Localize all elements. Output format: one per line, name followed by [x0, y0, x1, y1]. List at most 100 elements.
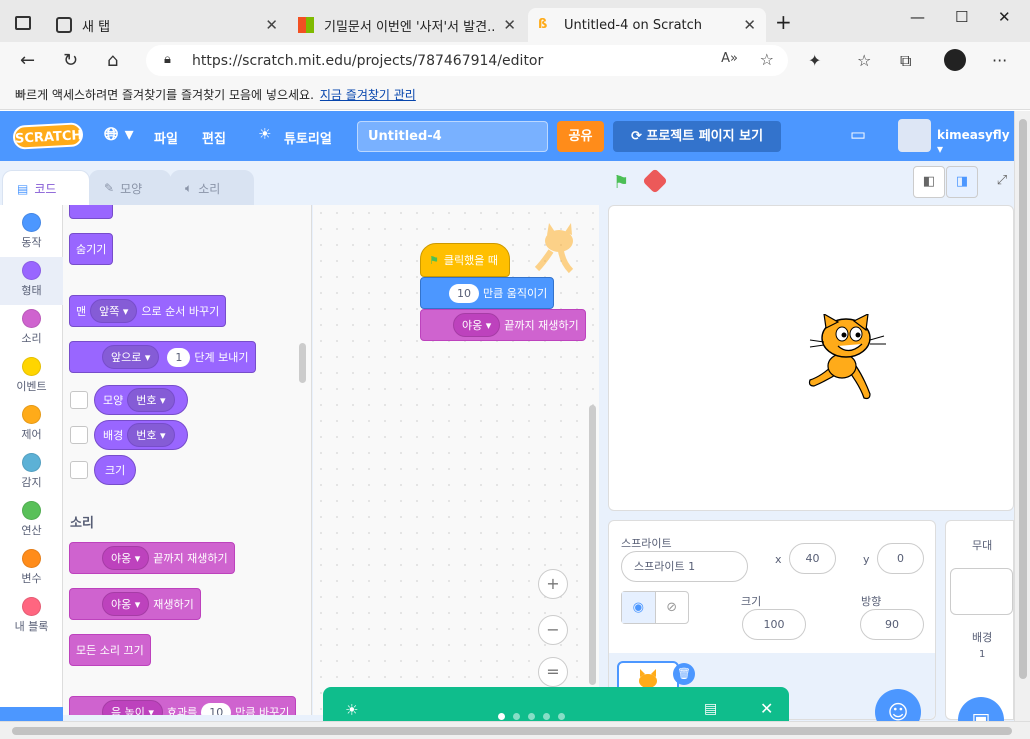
block-play-sound-until-done[interactable]: 야옹 ▾ 끝까지 재생하기 [69, 542, 235, 574]
front-dropdown[interactable]: 앞쪽 ▾ [90, 299, 138, 323]
scratch-logo[interactable]: SCRATCH [12, 122, 84, 150]
size-checkbox[interactable] [70, 461, 88, 479]
block-go-layers[interactable]: 앞으로 ▾ 1 단계 보내기 [69, 341, 256, 373]
language-globe-icon[interactable]: 🌐︎ ▾ [104, 124, 134, 145]
sprite-name-input[interactable]: 스프라이트 1 [621, 551, 748, 582]
block-change-effect[interactable]: 음 높이 ▾ 효과를 10 만큼 바꾸기 [69, 696, 297, 715]
block-start-sound[interactable]: 야옹 ▾ 재생하기 [69, 588, 201, 620]
script-scrollbar[interactable] [589, 405, 596, 685]
my-stuff-folder-icon[interactable]: ▭ [850, 125, 866, 145]
tab-sounds[interactable]: 🔈︎ 소리 [170, 170, 254, 206]
expand-tutorial-icon[interactable]: ▤ [704, 701, 717, 717]
effect-number-input[interactable]: 10 [201, 702, 232, 715]
minimize-icon[interactable]: — [910, 8, 925, 26]
move-steps-block[interactable]: 10 만큼 움직이기 [420, 277, 555, 309]
effect-dropdown[interactable]: 음 높이 ▾ [102, 700, 163, 715]
see-project-page-button[interactable]: ⟳ 프로젝트 페이지 보기 [613, 121, 781, 152]
maximize-icon[interactable]: ☐ [955, 8, 968, 26]
play-sound-until-done-block[interactable]: 야옹 ▾ 끝까지 재생하기 [420, 309, 586, 341]
x-input[interactable]: 40 [789, 543, 836, 574]
category-events[interactable]: 이벤트 [0, 353, 63, 401]
delete-sprite-icon[interactable]: 🗑︎ [673, 663, 695, 685]
close-icon[interactable]: ✕ [265, 16, 278, 34]
favorites-icon[interactable]: ☆ [857, 51, 871, 70]
tab-code[interactable]: ▤ 코드 [2, 170, 90, 206]
vertical-scrollbar[interactable] [1014, 111, 1030, 721]
tab-scratch[interactable]: ß Untitled-4 on Scratch ✕ [528, 8, 766, 42]
close-tutorial-icon[interactable]: ✕ [760, 699, 773, 718]
steps-input[interactable]: 10 [449, 283, 479, 303]
stage-target-panel[interactable]: 무대 배경 1 ▣ [945, 520, 1014, 739]
zoom-in-button[interactable]: + [538, 569, 568, 599]
close-icon[interactable]: ✕ [503, 16, 516, 34]
project-title-input[interactable]: Untitled-4 [357, 121, 548, 152]
back-icon[interactable]: ← [20, 50, 35, 71]
hide-eye-icon[interactable]: ⊘ [656, 592, 689, 623]
scratch-cat-sprite[interactable] [804, 314, 890, 406]
category-sensing[interactable]: 감지 [0, 449, 63, 497]
palette-scrollbar[interactable] [299, 343, 306, 383]
category-motion[interactable]: 동작 [0, 209, 63, 257]
sound-dropdown[interactable]: 야옹 ▾ [102, 592, 150, 616]
costume-dropdown[interactable]: 번호 ▾ [127, 388, 175, 412]
sound-dropdown[interactable]: 야옹 ▾ [453, 313, 501, 337]
url-input[interactable]: 🔒︎ https://scratch.mit.edu/projects/7874… [146, 45, 788, 76]
category-operators[interactable]: 연산 [0, 497, 63, 545]
category-variables[interactable]: 변수 [0, 545, 63, 593]
file-menu[interactable]: 파일 [154, 128, 178, 147]
close-icon[interactable]: ✕ [743, 16, 756, 34]
category-my-blocks[interactable]: 내 블록 [0, 593, 63, 641]
when-flag-clicked-block[interactable]: ⚑ 클릭했을 때 [420, 243, 510, 277]
small-stage-button[interactable]: ◧ [913, 166, 945, 198]
tutorials-menu[interactable]: 튜토리얼 [284, 128, 332, 147]
manage-favorites-link[interactable]: 지금 즐겨찾기 관리 [320, 86, 416, 103]
share-button[interactable]: 공유 [557, 121, 604, 152]
block-backdrop-number[interactable]: 배경 번호 ▾ [94, 420, 188, 450]
extensions-icon[interactable]: ✦ [808, 51, 821, 70]
category-control[interactable]: 제어 [0, 401, 63, 449]
backdrop-checkbox[interactable] [70, 426, 88, 444]
category-looks[interactable]: 형태 [0, 257, 63, 305]
sound-dropdown[interactable]: 야옹 ▾ [102, 546, 150, 570]
costume-checkbox[interactable] [70, 391, 88, 409]
block-size[interactable]: 크기 [94, 455, 137, 485]
profile-avatar[interactable] [944, 49, 966, 71]
username[interactable]: kimeasyfly ▾ [937, 128, 1014, 156]
tab-new-tab[interactable]: 새 탭 ✕ [46, 8, 288, 42]
edit-menu[interactable]: 편집 [202, 128, 226, 147]
tab-costumes[interactable]: ✎ 모양 [89, 170, 171, 206]
more-icon[interactable]: ··· [992, 51, 1007, 70]
tab-news[interactable]: 기밀문서 이번엔 '사저'서 발견...탄 ✕ [288, 8, 526, 42]
zoom-reset-button[interactable]: = [538, 657, 568, 687]
tab-actions-icon[interactable] [15, 16, 31, 30]
backdrop-thumbnail[interactable] [950, 568, 1013, 615]
read-aloud-icon[interactable]: A» [721, 51, 738, 66]
close-window-icon[interactable]: ✕ [998, 8, 1011, 26]
home-icon[interactable]: ⌂ [107, 50, 118, 71]
block-costume-number[interactable]: 모양 번호 ▾ [94, 385, 188, 415]
size-input[interactable]: 100 [742, 609, 806, 640]
script-area[interactable]: ⚑ 클릭했을 때 10 만큼 움직이기 야옹 ▾ 끝까지 재생하기 + − = [313, 205, 599, 715]
layer-dropdown[interactable]: 앞으로 ▾ [102, 345, 160, 369]
user-avatar[interactable] [898, 119, 931, 152]
block-go-to-front[interactable]: 맨 앞쪽 ▾ 으로 순서 바꾸기 [69, 295, 227, 327]
stage-canvas[interactable] [608, 205, 1014, 511]
collections-icon[interactable]: ⧉ [900, 51, 911, 71]
stop-button[interactable] [642, 168, 668, 194]
y-input[interactable]: 0 [877, 543, 924, 574]
direction-input[interactable]: 90 [860, 609, 924, 640]
add-favorite-icon[interactable]: ☆ [760, 50, 774, 69]
horizontal-scrollbar[interactable] [0, 721, 1030, 739]
green-flag-button[interactable]: ⚑ [613, 172, 629, 193]
block-hide[interactable]: 숨기기 [69, 233, 114, 265]
block-partial[interactable] [69, 205, 113, 219]
layer-number-input[interactable]: 1 [167, 347, 191, 367]
category-sound[interactable]: 소리 [0, 305, 63, 353]
refresh-icon[interactable]: ↻ [63, 50, 78, 71]
normal-stage-button[interactable]: ◨ [946, 166, 978, 198]
block-stop-all-sounds[interactable]: 모든 소리 끄기 [69, 634, 151, 666]
new-tab-button[interactable]: + [775, 10, 792, 34]
show-eye-icon[interactable]: ◉ [622, 592, 656, 623]
zoom-out-button[interactable]: − [538, 615, 568, 645]
backdrop-dropdown[interactable]: 번호 ▾ [127, 423, 175, 447]
